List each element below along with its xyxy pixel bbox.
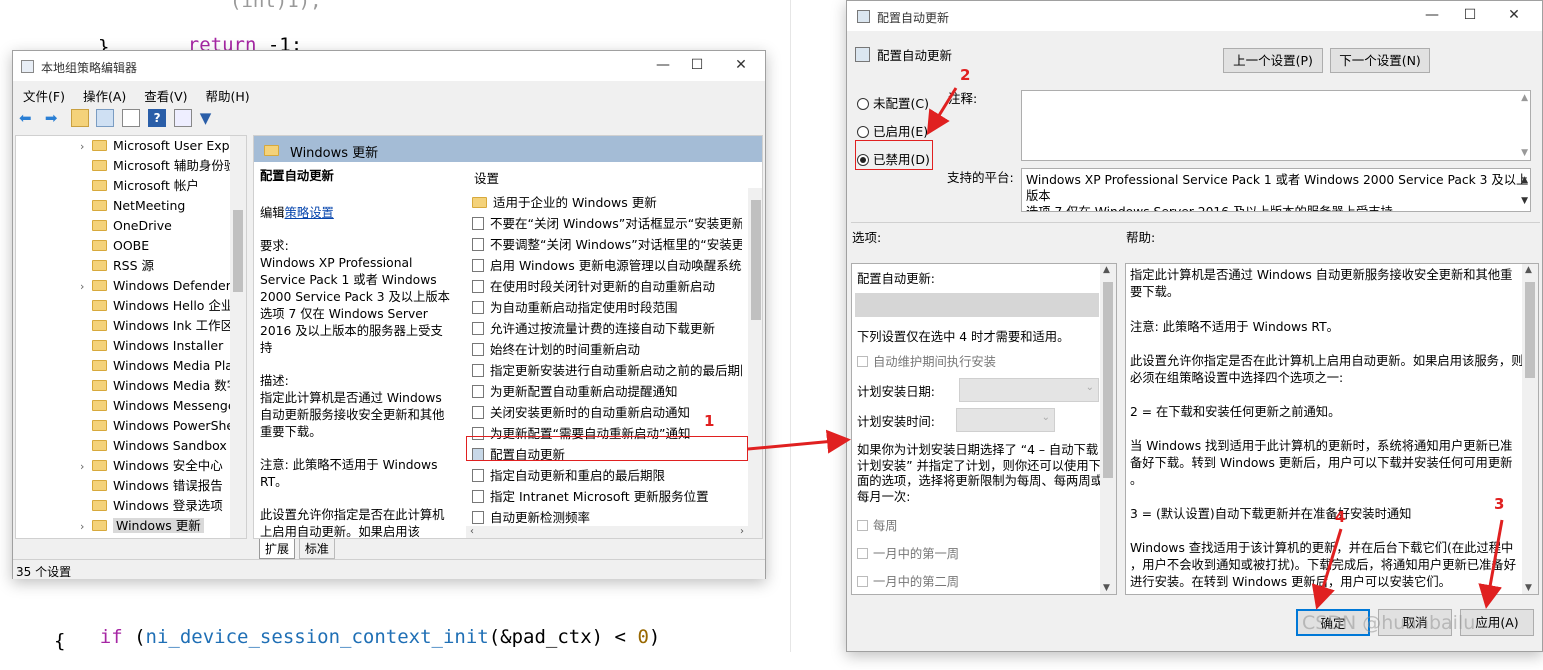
arrow-1: [747, 429, 851, 454]
watermark: CSDN @huanbailu: [1302, 612, 1476, 634]
annotation-number-1: 1: [704, 412, 715, 430]
arrow-4: [1311, 528, 1343, 610]
arrow-2: [926, 87, 958, 136]
annotation-number-4: 4: [1335, 508, 1346, 526]
annotation-arrows: [747, 87, 1504, 610]
annotation-number-3: 3: [1494, 495, 1505, 513]
annotation-number-2: 2: [960, 66, 971, 84]
arrow-3: [1478, 519, 1504, 609]
